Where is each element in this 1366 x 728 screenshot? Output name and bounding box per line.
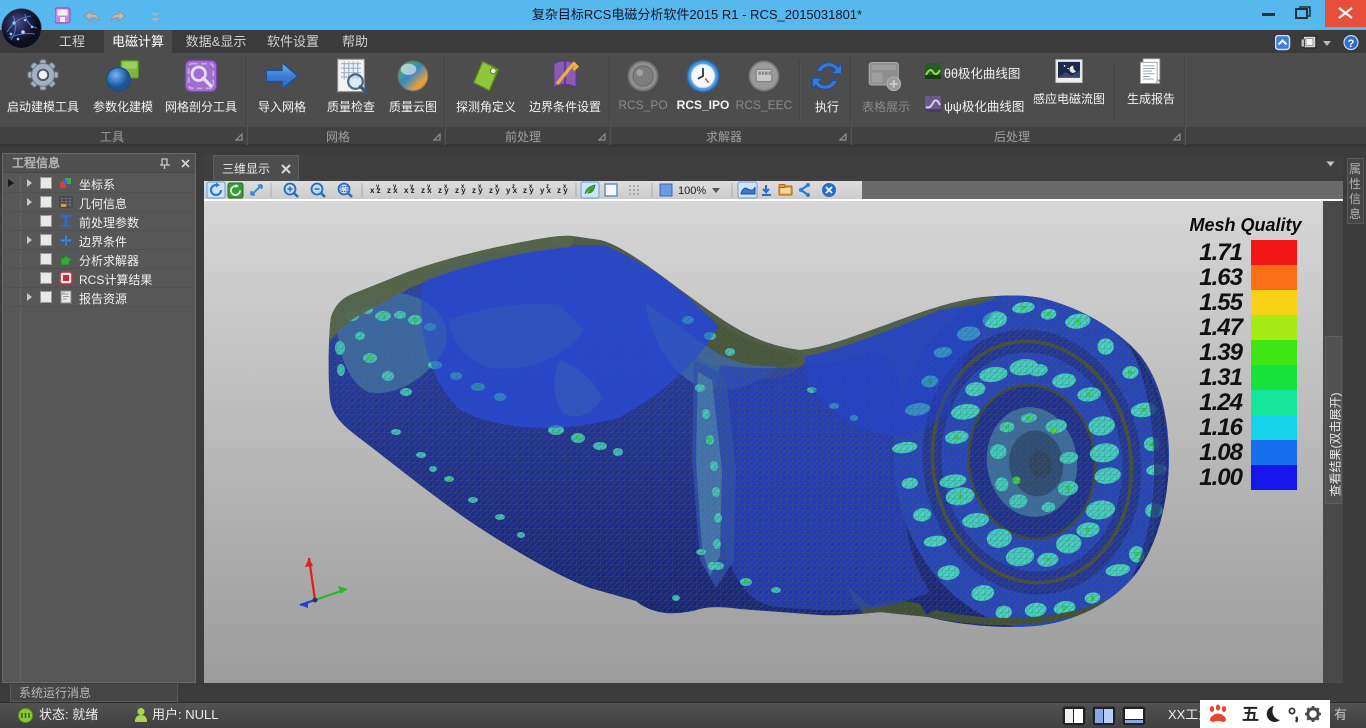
svg-text:100%: 100% xyxy=(678,185,706,197)
svg-text:z: z xyxy=(546,184,549,190)
svg-text:五: 五 xyxy=(1242,705,1259,724)
svg-text:?: ? xyxy=(1348,38,1355,50)
svg-text:z: z xyxy=(512,184,515,190)
